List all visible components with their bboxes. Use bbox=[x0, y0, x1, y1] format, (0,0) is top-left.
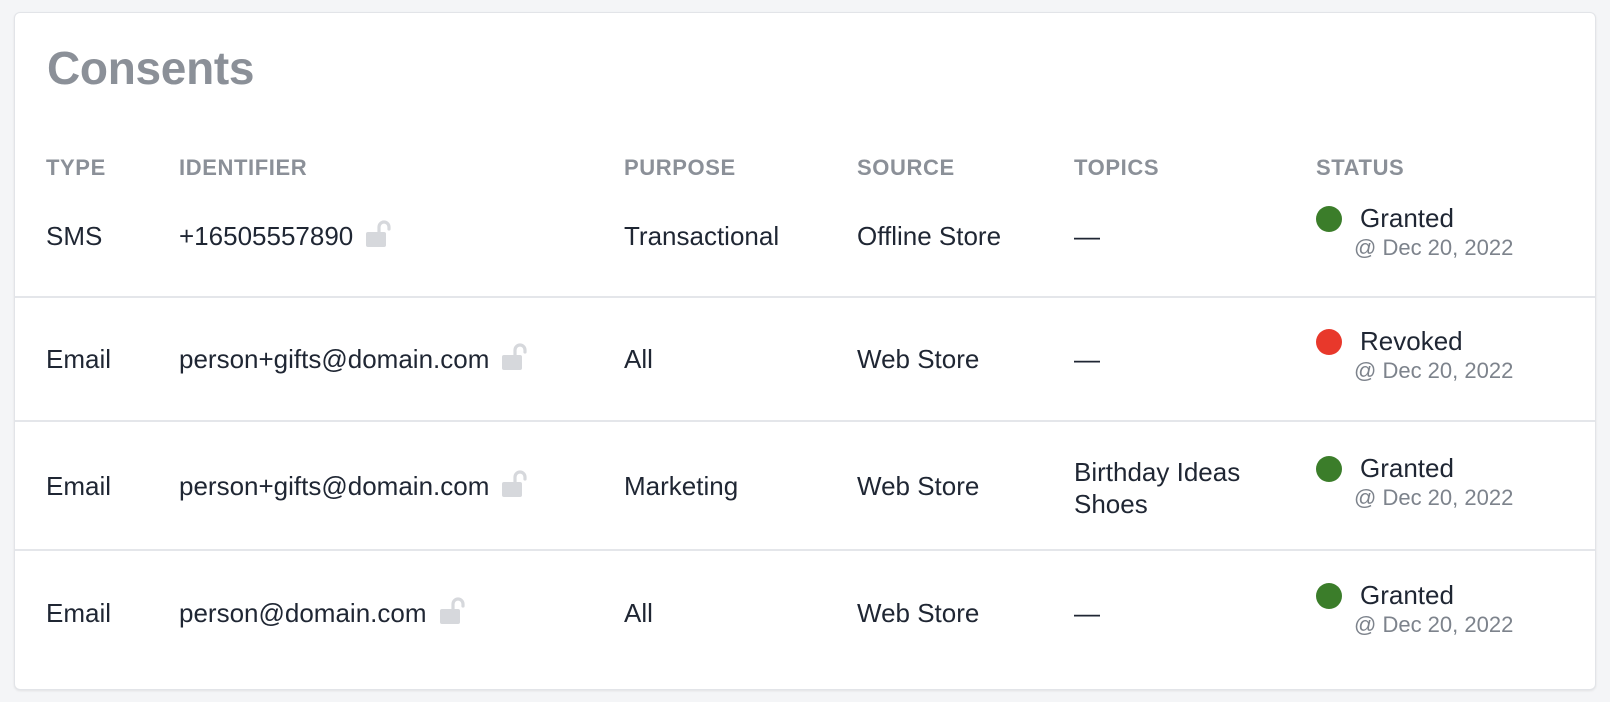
identifier-text: person+gifts@domain.com bbox=[179, 471, 490, 501]
status-label: Granted bbox=[1360, 203, 1454, 233]
unlocked-padlock-icon[interactable] bbox=[363, 219, 393, 249]
topic-item: — bbox=[1074, 344, 1100, 374]
unlocked-padlock-icon[interactable] bbox=[499, 342, 529, 372]
cell-source: Web Store bbox=[857, 598, 980, 628]
column-header-status: STATUS bbox=[1316, 155, 1405, 180]
cell-identifier: +16505557890 bbox=[179, 220, 393, 252]
topic-item: Birthday Ideas bbox=[1074, 457, 1241, 487]
cell-purpose: All bbox=[624, 598, 653, 628]
status-dot-icon bbox=[1316, 456, 1342, 482]
cell-topics: — bbox=[1074, 343, 1100, 375]
status-dot-icon bbox=[1316, 206, 1342, 232]
status-label: Revoked bbox=[1360, 326, 1463, 356]
cell-source: Offline Store bbox=[857, 221, 1002, 251]
column-header-topics: TOPICS bbox=[1074, 155, 1160, 180]
cell-topics: — bbox=[1074, 220, 1100, 252]
status-label: Granted bbox=[1360, 453, 1454, 483]
status-dot-icon bbox=[1316, 329, 1342, 355]
cell-topics: — bbox=[1074, 597, 1100, 629]
cell-identifier: person+gifts@domain.com bbox=[179, 470, 529, 502]
cell-type: Email bbox=[46, 471, 112, 501]
cell-purpose: Marketing bbox=[624, 471, 739, 501]
cell-source: Web Store bbox=[857, 344, 980, 374]
table-row[interactable]: Email person+gifts@domain.com All Web Store… bbox=[15, 298, 1595, 422]
unlocked-padlock-icon[interactable] bbox=[437, 596, 467, 626]
cell-type: Email bbox=[46, 344, 112, 374]
cell-source: Web Store bbox=[857, 471, 980, 501]
status-label: Granted bbox=[1360, 580, 1454, 610]
table-row[interactable]: SMS +16505557890 Transactional Offline Stor… bbox=[15, 189, 1595, 298]
cell-identifier: person+gifts@domain.com bbox=[179, 343, 529, 375]
cell-purpose: All bbox=[624, 344, 653, 374]
topic-item: Shoes bbox=[1074, 489, 1148, 519]
status-date: @ Dec 20, 2022 bbox=[1354, 358, 1514, 383]
page-title: Consents bbox=[47, 42, 255, 94]
column-header-identifier: IDENTIFIER bbox=[179, 155, 308, 180]
table-row[interactable]: Email person+gifts@domain.com Marketing Web… bbox=[15, 422, 1595, 551]
consents-card: Consents TYPE IDENTIFIER PURPOSE SOURCE … bbox=[14, 12, 1596, 690]
column-header-type: TYPE bbox=[46, 155, 106, 180]
status-date: @ Dec 20, 2022 bbox=[1354, 485, 1514, 510]
identifier-text: person@domain.com bbox=[179, 598, 427, 628]
cell-topics: Birthday Ideas Shoes bbox=[1074, 456, 1240, 520]
column-header-purpose: PURPOSE bbox=[624, 155, 736, 180]
table-header: TYPE IDENTIFIER PURPOSE SOURCE TOPICS ST… bbox=[15, 153, 1595, 183]
status-dot-icon bbox=[1316, 583, 1342, 609]
topic-item: — bbox=[1074, 221, 1100, 251]
status-date: @ Dec 20, 2022 bbox=[1354, 235, 1514, 260]
cell-identifier: person@domain.com bbox=[179, 597, 467, 629]
cell-purpose: Transactional bbox=[624, 221, 780, 251]
column-header-source: SOURCE bbox=[857, 155, 955, 180]
identifier-text: person+gifts@domain.com bbox=[179, 344, 490, 374]
table-row[interactable]: Email person@domain.com All Web Store — Grant… bbox=[15, 551, 1595, 689]
topic-item: — bbox=[1074, 598, 1100, 628]
unlocked-padlock-icon[interactable] bbox=[499, 469, 529, 499]
cell-type: SMS bbox=[46, 221, 103, 251]
identifier-text: +16505557890 bbox=[179, 221, 354, 251]
cell-type: Email bbox=[46, 598, 112, 628]
status-date: @ Dec 20, 2022 bbox=[1354, 612, 1514, 637]
